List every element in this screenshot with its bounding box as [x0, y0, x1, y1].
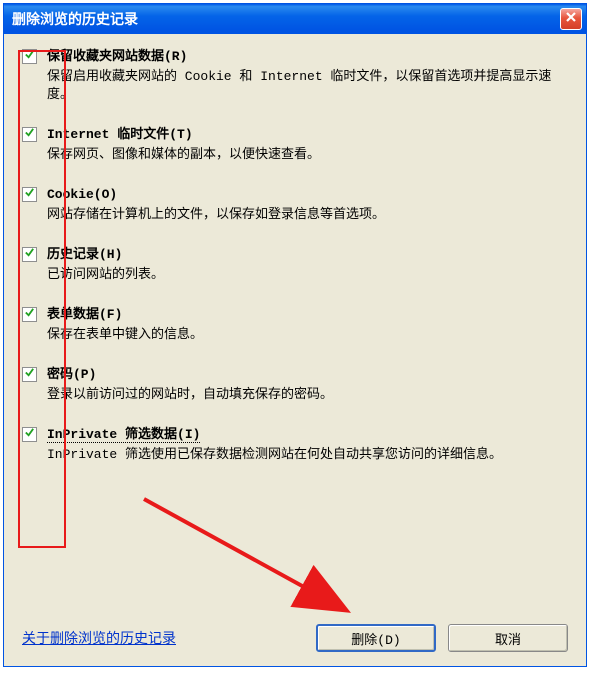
check-icon — [24, 427, 35, 442]
checkbox-passwords[interactable] — [22, 367, 37, 382]
dialog-window: 删除浏览的历史记录 保留收藏夹网站数据(R) 保留启用收藏夹网站的 Cookie… — [3, 3, 587, 667]
option-text: Cookie(O) 网站存储在计算机上的文件，以保存如登录信息等首选项。 — [47, 186, 568, 224]
option-label: 保留收藏夹网站数据(R) — [47, 48, 568, 66]
option-text: 历史记录(H) 已访问网站的列表。 — [47, 246, 568, 284]
dialog-content: 保留收藏夹网站数据(R) 保留启用收藏夹网站的 Cookie 和 Interne… — [4, 34, 586, 498]
option-preserve-favorites: 保留收藏夹网站数据(R) 保留启用收藏夹网站的 Cookie 和 Interne… — [22, 48, 568, 104]
dialog-footer: 关于删除浏览的历史记录 删除(D) 取消 — [22, 624, 568, 652]
check-icon — [24, 367, 35, 382]
check-icon — [24, 187, 35, 202]
option-inprivate: InPrivate 筛选数据(I) InPrivate 筛选使用已保存数据检测网… — [22, 426, 568, 464]
option-text: 保留收藏夹网站数据(R) 保留启用收藏夹网站的 Cookie 和 Interne… — [47, 48, 568, 104]
option-label: Internet 临时文件(T) — [47, 126, 568, 144]
option-desc: 保留启用收藏夹网站的 Cookie 和 Internet 临时文件，以保留首选项… — [47, 68, 568, 104]
option-cookie: Cookie(O) 网站存储在计算机上的文件，以保存如登录信息等首选项。 — [22, 186, 568, 224]
option-desc: InPrivate 筛选使用已保存数据检测网站在何处自动共享您访问的详细信息。 — [47, 446, 568, 464]
option-desc: 网站存储在计算机上的文件，以保存如登录信息等首选项。 — [47, 206, 568, 224]
option-label: Cookie(O) — [47, 186, 568, 204]
option-desc: 登录以前访问过的网站时，自动填充保存的密码。 — [47, 386, 568, 404]
checkbox-preserve-favorites[interactable] — [22, 49, 37, 64]
cancel-button[interactable]: 取消 — [448, 624, 568, 652]
option-text: InPrivate 筛选数据(I) InPrivate 筛选使用已保存数据检测网… — [47, 426, 568, 464]
option-label: 表单数据(F) — [47, 306, 568, 324]
check-icon — [24, 307, 35, 322]
option-text: Internet 临时文件(T) 保存网页、图像和媒体的副本，以便快速查看。 — [47, 126, 568, 164]
option-label: 密码(P) — [47, 366, 568, 384]
checkbox-history[interactable] — [22, 247, 37, 262]
titlebar[interactable]: 删除浏览的历史记录 — [4, 4, 586, 34]
window-title: 删除浏览的历史记录 — [12, 9, 560, 29]
option-form-data: 表单数据(F) 保存在表单中键入的信息。 — [22, 306, 568, 344]
option-desc: 保存在表单中键入的信息。 — [47, 326, 568, 344]
checkbox-inprivate[interactable] — [22, 427, 37, 442]
option-desc: 已访问网站的列表。 — [47, 266, 568, 284]
option-temp-files: Internet 临时文件(T) 保存网页、图像和媒体的副本，以便快速查看。 — [22, 126, 568, 164]
about-link[interactable]: 关于删除浏览的历史记录 — [22, 628, 304, 648]
delete-button[interactable]: 删除(D) — [316, 624, 436, 652]
option-passwords: 密码(P) 登录以前访问过的网站时，自动填充保存的密码。 — [22, 366, 568, 404]
checkbox-form-data[interactable] — [22, 307, 37, 322]
checkbox-temp-files[interactable] — [22, 127, 37, 142]
option-label: 历史记录(H) — [47, 246, 568, 264]
option-desc: 保存网页、图像和媒体的副本，以便快速查看。 — [47, 146, 568, 164]
close-icon — [565, 11, 577, 28]
check-icon — [24, 49, 35, 64]
checkbox-cookie[interactable] — [22, 187, 37, 202]
check-icon — [24, 247, 35, 262]
option-label: InPrivate 筛选数据(I) — [47, 426, 568, 444]
option-text: 表单数据(F) 保存在表单中键入的信息。 — [47, 306, 568, 344]
check-icon — [24, 127, 35, 142]
option-text: 密码(P) 登录以前访问过的网站时，自动填充保存的密码。 — [47, 366, 568, 404]
close-button[interactable] — [560, 8, 582, 30]
option-history: 历史记录(H) 已访问网站的列表。 — [22, 246, 568, 284]
